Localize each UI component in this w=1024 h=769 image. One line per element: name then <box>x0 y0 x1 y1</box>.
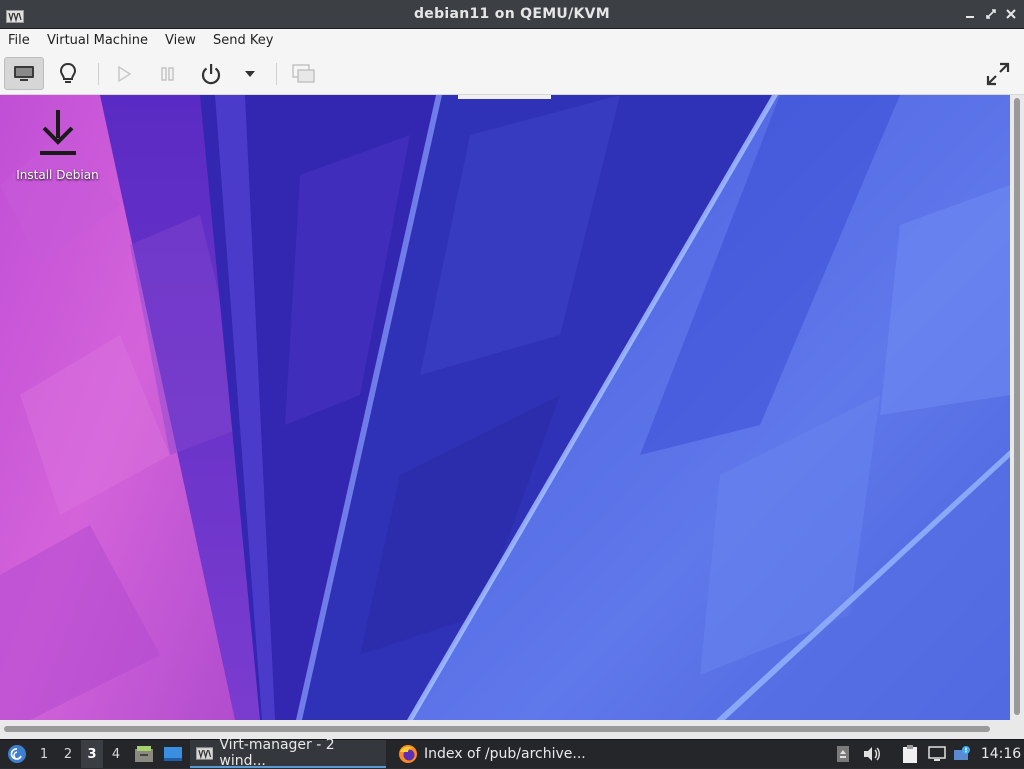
snapshots-button[interactable] <box>284 57 324 90</box>
toolbar-separator <box>98 63 99 85</box>
console-button[interactable] <box>4 57 44 90</box>
file-manager-icon <box>135 746 153 762</box>
window-titlebar[interactable]: debian11 on QEMU/KVM <box>0 0 1024 29</box>
workspace-3[interactable]: 3 <box>81 740 103 768</box>
host-taskbar: 1 2 3 4 Virt-manager - 2 wind... Index o… <box>0 737 1024 769</box>
desktop-icon-install-debian[interactable]: Install Debian <box>10 108 105 182</box>
fullscreen-button[interactable] <box>978 57 1018 90</box>
play-icon <box>118 65 131 82</box>
pause-icon <box>161 66 174 81</box>
virt-manager-icon <box>196 746 214 760</box>
drive-icon <box>837 746 849 762</box>
monitor-icon <box>14 65 34 81</box>
shut-down-button[interactable] <box>191 57 231 90</box>
taskbar-clock[interactable]: 14:16 <box>978 740 1024 768</box>
toolbar <box>0 53 1024 95</box>
taskbar-task-virt-manager[interactable]: Virt-manager - 2 wind... <box>190 737 386 769</box>
snapshots-icon <box>292 63 315 83</box>
network-icon <box>928 746 946 761</box>
workspace-2[interactable]: 2 <box>57 740 79 768</box>
tray-updates[interactable] <box>952 740 972 768</box>
file-manager-launcher[interactable] <box>133 740 155 768</box>
menubar: File Virtual Machine View Send Key <box>0 29 1024 53</box>
guest-display[interactable] <box>0 95 1010 720</box>
firefox-icon <box>399 745 417 763</box>
run-button[interactable] <box>104 57 144 90</box>
workspace-1[interactable]: 1 <box>33 740 55 768</box>
task-label: Virt-manager - 2 wind... <box>219 737 335 769</box>
task-label: Index of /pub/archive... <box>424 746 586 762</box>
lightbulb-icon <box>59 62 77 83</box>
window-title: debian11 on QEMU/KVM <box>413 6 611 22</box>
vertical-scrollbar[interactable] <box>1010 95 1024 720</box>
tray-network[interactable] <box>927 740 947 768</box>
caret-down-icon <box>245 70 255 77</box>
desktop-icon-label: Install Debian <box>16 168 99 182</box>
menu-virtual-machine[interactable]: Virtual Machine <box>47 33 148 48</box>
tray-removable-media[interactable] <box>833 740 853 768</box>
toolbar-separator <box>276 63 277 85</box>
download-icon <box>39 110 76 155</box>
vertical-scroll-thumb[interactable] <box>1014 98 1020 715</box>
menu-send-key[interactable]: Send Key <box>213 33 273 48</box>
tray-clipboard[interactable] <box>900 740 920 768</box>
workspace-4[interactable]: 4 <box>105 740 127 768</box>
start-menu-button[interactable] <box>4 740 30 768</box>
desktop-icon <box>164 747 182 761</box>
maximize-icon[interactable] <box>983 6 999 22</box>
power-icon <box>201 63 221 84</box>
minimize-icon[interactable] <box>962 6 978 22</box>
tray-volume[interactable] <box>862 740 882 768</box>
guest-top-panel-notch <box>458 95 551 99</box>
horizontal-scrollbar[interactable] <box>0 720 1024 739</box>
taskbar-task-firefox[interactable]: Index of /pub/archive... <box>392 740 592 768</box>
horizontal-scroll-thumb[interactable] <box>4 726 990 732</box>
clipboard-icon <box>903 745 917 763</box>
menu-view[interactable]: View <box>165 33 196 48</box>
debian-swirl-icon <box>8 745 26 763</box>
pause-button[interactable] <box>148 57 188 90</box>
menu-file[interactable]: File <box>8 33 30 48</box>
close-icon[interactable] <box>1003 6 1019 22</box>
update-notification-icon <box>954 746 970 760</box>
details-button[interactable] <box>48 57 88 90</box>
shut-down-menu-button[interactable] <box>236 57 264 90</box>
fullscreen-icon <box>986 62 1010 85</box>
show-desktop-button[interactable] <box>161 740 185 768</box>
desktop-wallpaper <box>0 95 1010 720</box>
speaker-icon <box>864 747 880 761</box>
